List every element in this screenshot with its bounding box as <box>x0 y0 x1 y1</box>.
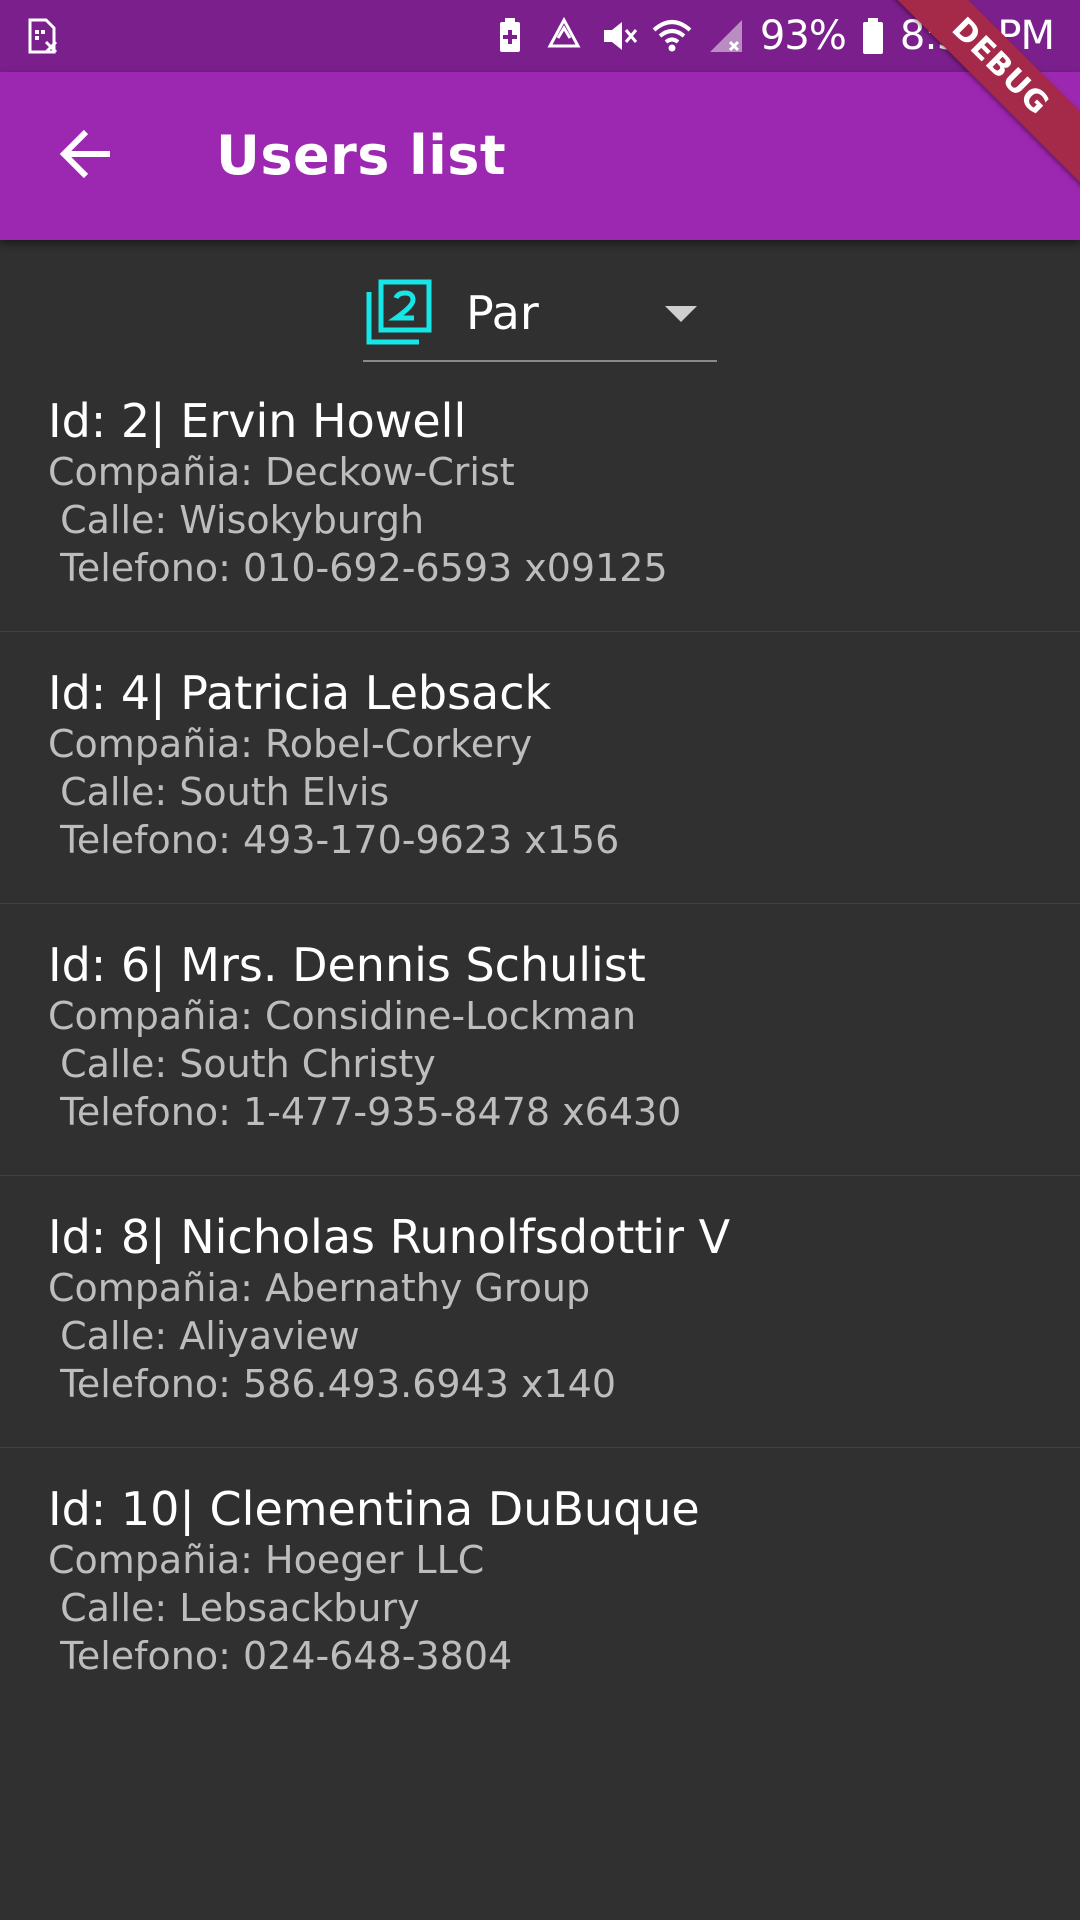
signal-icon <box>706 16 746 56</box>
back-button[interactable] <box>44 114 128 198</box>
user-company: Compañia: Robel-Corkery <box>48 722 533 766</box>
user-title: Id: 6| Mrs. Dennis Schulist <box>48 938 646 992</box>
chevron-down-icon <box>665 306 697 322</box>
user-list: Id: 2| Ervin Howell Compañia: Deckow-Cri… <box>0 360 1080 1720</box>
user-phone: Telefono: 024-648-3804 <box>48 1634 513 1678</box>
list-item[interactable]: Id: 8| Nicholas Runolfsdottir V Compañia… <box>0 1176 1080 1448</box>
list-item[interactable]: Id: 4| Patricia Lebsack Compañia: Robel-… <box>0 632 1080 904</box>
list-item[interactable]: Id: 6| Mrs. Dennis Schulist Compañia: Co… <box>0 904 1080 1176</box>
filter-dropdown[interactable]: Par <box>363 272 717 362</box>
wifi-icon <box>652 16 692 56</box>
battery-percent: 93% <box>759 13 847 59</box>
arrow-back-icon <box>59 129 112 183</box>
user-street: Calle: South Christy <box>48 1042 436 1086</box>
list-item[interactable]: Id: 2| Ervin Howell Compañia: Deckow-Cri… <box>0 360 1080 632</box>
user-company: Compañia: Abernathy Group <box>48 1266 591 1310</box>
user-phone: Telefono: 010-692-6593 x09125 <box>48 546 668 590</box>
recycle-icon <box>544 16 584 56</box>
filter-selected-value: Par <box>466 286 539 340</box>
user-title: Id: 10| Clementina DuBuque <box>48 1482 700 1536</box>
battery-saver-icon <box>490 16 530 56</box>
user-title: Id: 8| Nicholas Runolfsdottir V <box>48 1210 731 1264</box>
user-street: Calle: Lebsackbury <box>48 1586 420 1630</box>
user-phone: Telefono: 493-170-9623 x156 <box>48 818 620 862</box>
battery-icon <box>860 16 886 56</box>
sim-card-icon <box>26 18 60 54</box>
user-company: Compañia: Hoeger LLC <box>48 1538 485 1582</box>
user-title: Id: 4| Patricia Lebsack <box>48 666 552 720</box>
user-street: Calle: South Elvis <box>48 770 390 814</box>
user-company: Compañia: Considine-Lockman <box>48 994 637 1038</box>
mute-icon <box>598 16 638 56</box>
user-phone: Telefono: 1-477-935-8478 x6430 <box>48 1090 682 1134</box>
page-title: Users list <box>216 124 507 187</box>
user-street: Calle: Aliyaview <box>48 1314 360 1358</box>
list-item[interactable]: Id: 10| Clementina DuBuque Compañia: Hoe… <box>0 1448 1080 1720</box>
user-phone: Telefono: 586.493.6943 x140 <box>48 1362 617 1406</box>
filter-2-icon <box>365 278 433 346</box>
user-title: Id: 2| Ervin Howell <box>48 394 467 448</box>
app-bar: Users list <box>0 72 1080 240</box>
user-company: Compañia: Deckow-Crist <box>48 450 515 494</box>
user-street: Calle: Wisokyburgh <box>48 498 425 542</box>
